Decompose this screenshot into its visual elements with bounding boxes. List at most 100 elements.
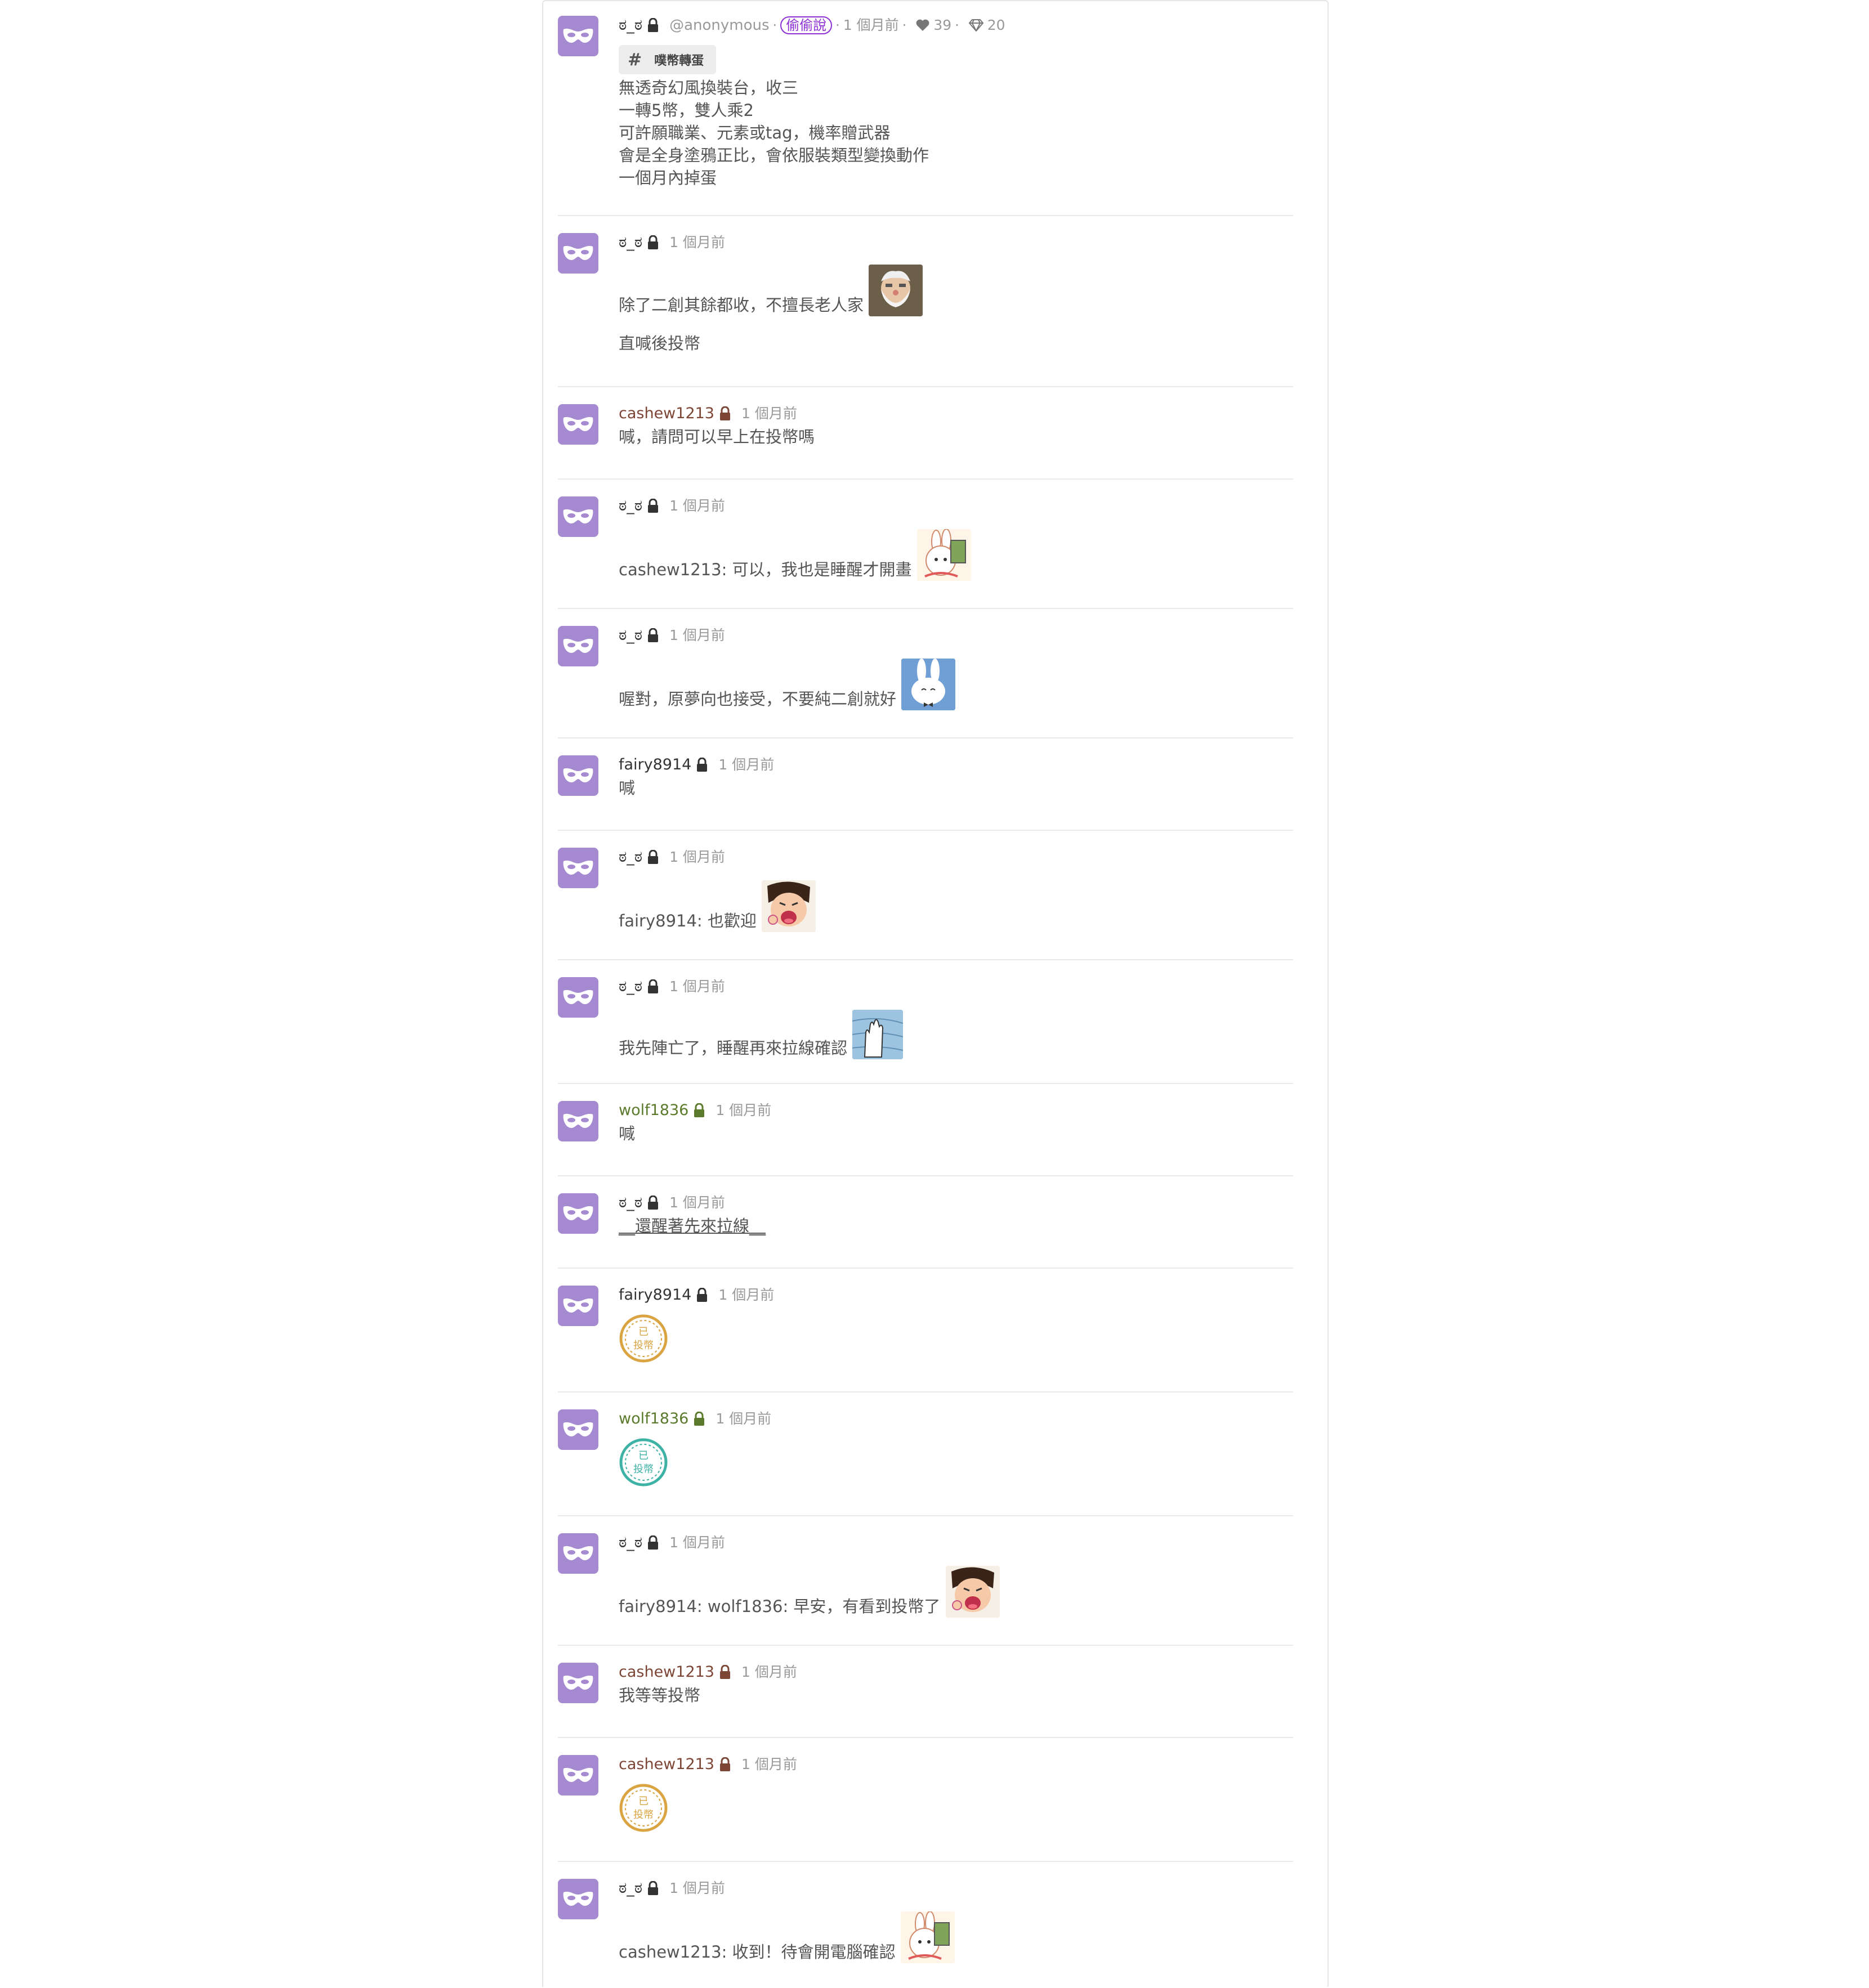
response-text: cashew1213: 收到！待會開電腦確認 <box>619 1942 896 1962</box>
plurk-main: ಠ_ಠ @anonymous · 偷偷說 · 1 個月前 · 39 · 20 #… <box>558 16 1293 216</box>
author-nick[interactable]: wolf1836 <box>619 1409 688 1429</box>
post-line: 無透奇幻風換裝台，收三 <box>619 78 799 97</box>
mask-icon <box>563 1206 593 1220</box>
author-nick[interactable]: cashew1213 <box>619 1663 714 1682</box>
response: wolf1836 1 個月前 喊 <box>558 1101 1293 1176</box>
lock-icon <box>719 1665 731 1680</box>
post-time: 1 個月前 <box>669 234 725 250</box>
old-man-sticker <box>869 265 923 316</box>
lock-icon <box>693 1412 705 1426</box>
response-text: 我先陣亡了，睡醒再來拉線確認 <box>619 1038 848 1058</box>
avatar[interactable] <box>558 496 598 537</box>
author-nick[interactable]: ಠ_ಠ <box>619 16 642 35</box>
hand-wave-sticker <box>852 1010 904 1059</box>
response: wolf1836 1 個月前 已 投幣 <box>558 1409 1293 1516</box>
post-time: 1 個月前 <box>741 1664 797 1680</box>
avatar[interactable] <box>558 848 598 888</box>
response: cashew1213 1 個月前 喊，請問可以早上在投幣嗎 <box>558 404 1293 480</box>
response-text: 喊 <box>619 778 636 798</box>
plurk-thread: ಠ_ಠ @anonymous · 偷偷說 · 1 個月前 · 39 · 20 #… <box>542 0 1329 1987</box>
mask-icon <box>563 509 593 523</box>
author-nick[interactable]: ಠ_ಠ <box>619 1879 642 1898</box>
lock-icon <box>693 1103 705 1118</box>
coin-paid-stamp: 已 投幣 <box>619 1438 668 1486</box>
response: ಠ_ಠ 1 個月前 喔對，原夢向也接受，不要純二創就好 <box>558 626 1293 738</box>
lock-icon <box>647 979 659 994</box>
response-text: 喊 <box>619 1124 636 1143</box>
post-time: 1 個月前 <box>718 1287 775 1303</box>
lock-icon <box>719 1757 731 1772</box>
author-nick[interactable]: cashew1213 <box>619 404 714 423</box>
mask-icon <box>563 1298 593 1313</box>
response-text: cashew1213: 可以，我也是睡醒才開畫 <box>619 560 912 579</box>
post-time: 1 個月前 <box>669 978 725 995</box>
hashtag-label: 噗幣轉蛋 <box>654 54 704 68</box>
rabbit-bowtie-sticker <box>901 659 956 710</box>
avatar[interactable] <box>558 977 598 1018</box>
avatar[interactable] <box>558 1101 598 1141</box>
lock-icon <box>647 235 659 250</box>
avatar[interactable] <box>558 1755 598 1796</box>
avatar[interactable] <box>558 1879 598 1919</box>
heart-icon[interactable] <box>915 19 930 32</box>
avatar[interactable] <box>558 626 598 666</box>
author-handle[interactable]: @anonymous <box>669 16 769 35</box>
girl-laugh-sticker <box>945 1566 1000 1618</box>
post-time: 1 個月前 <box>669 849 725 865</box>
author-nick[interactable]: fairy8914 <box>619 1286 691 1305</box>
avatar[interactable] <box>558 1286 598 1326</box>
lock-icon <box>647 18 659 33</box>
lock-icon <box>647 1881 659 1896</box>
author-nick[interactable]: ಠ_ಠ <box>619 1193 642 1212</box>
author-nick[interactable]: ಠ_ಠ <box>619 1533 642 1552</box>
author-nick[interactable]: ಠ_ಠ <box>619 848 642 867</box>
lock-icon <box>696 1288 708 1302</box>
lock-icon <box>647 628 659 643</box>
post-time: 1 個月前 <box>669 1194 725 1211</box>
svg-text:已: 已 <box>638 1326 649 1338</box>
response-text: 喊，請問可以早上在投幣嗎 <box>619 427 815 446</box>
avatar[interactable] <box>558 755 598 796</box>
response: ಠ_ಠ 1 個月前 __還醒著先來拉線__ <box>558 1193 1293 1269</box>
lock-icon <box>647 850 659 865</box>
lock-icon <box>647 1535 659 1550</box>
author-nick[interactable]: cashew1213 <box>619 1755 714 1774</box>
svg-text:投幣: 投幣 <box>633 1809 654 1821</box>
author-nick[interactable]: ಠ_ಠ <box>619 977 642 996</box>
mask-icon <box>563 1767 593 1782</box>
diamond-icon[interactable] <box>968 19 984 32</box>
author-nick[interactable]: wolf1836 <box>619 1101 688 1120</box>
avatar[interactable] <box>558 233 598 274</box>
mask-icon <box>563 1891 593 1906</box>
avatar[interactable] <box>558 1663 598 1703</box>
author-nick[interactable]: fairy8914 <box>619 755 691 774</box>
mask-icon <box>563 638 593 653</box>
response-text: 我等等投幣 <box>619 1686 701 1705</box>
post-time: 1 個月前 <box>669 1880 725 1896</box>
mask-icon <box>563 768 593 782</box>
response: ಠ_ಠ 1 個月前 fairy8914: 也歡迎 <box>558 848 1293 960</box>
response-text: 直喊後投幣 <box>619 334 701 353</box>
replurk-count: 20 <box>987 17 1005 33</box>
svg-text:投幣: 投幣 <box>633 1463 654 1475</box>
lock-icon <box>647 1196 659 1210</box>
author-nick[interactable]: ಠ_ಠ <box>619 233 642 252</box>
post-line: 可許願職業、元素或tag，機率贈武器 <box>619 123 891 142</box>
avatar[interactable] <box>558 1193 598 1234</box>
response: cashew1213 1 個月前 已 投幣 <box>558 1755 1293 1862</box>
rabbit-card-sticker <box>916 529 971 581</box>
separator-dot: · <box>835 17 840 33</box>
avatar[interactable] <box>558 1409 598 1450</box>
author-nick[interactable]: ಠ_ಠ <box>619 496 642 516</box>
post-line: 一轉5幣，雙人乘2 <box>619 101 754 120</box>
girl-laugh-sticker <box>762 880 816 932</box>
avatar[interactable] <box>558 16 598 56</box>
avatar[interactable] <box>558 404 598 445</box>
response: fairy8914 1 個月前 喊 <box>558 755 1293 831</box>
response: ಠ_ಠ 1 個月前 我先陣亡了，睡醒再來拉線確認 <box>558 977 1293 1084</box>
author-nick[interactable]: ಠ_ಠ <box>619 626 642 645</box>
avatar[interactable] <box>558 1533 598 1574</box>
post-time: 1 個月前 <box>669 627 725 643</box>
hashtag-chip[interactable]: # 噗幣轉蛋 <box>619 45 717 74</box>
mask-icon <box>563 1546 593 1560</box>
